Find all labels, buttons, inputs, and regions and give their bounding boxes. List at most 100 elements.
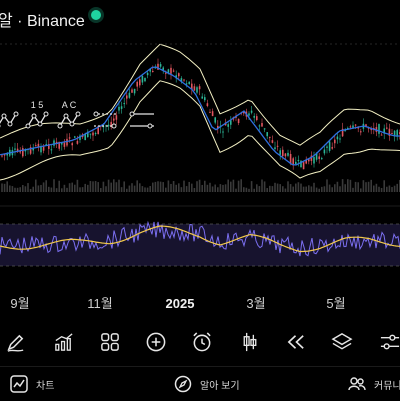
volume-bar [336,181,339,192]
x-axis-label: 5월 [326,296,345,311]
volume-bar [24,186,27,192]
candle-body [76,140,79,144]
candle-body [380,134,383,136]
volume-bar [1,183,3,192]
volume-bar [11,186,14,192]
tool-label: A C [62,100,77,110]
volume-bar [227,179,229,192]
tool-node [43,111,49,117]
candle-body [227,124,229,127]
tool-node [1,113,7,119]
volume-bar [58,180,60,192]
volume-bar [365,182,367,192]
candle-body [378,124,380,134]
volume-bar [344,184,346,192]
volume-bar [6,181,8,192]
volume-bar [165,187,167,192]
volume-bar [308,185,310,192]
volume-bar [149,186,151,192]
tool-node [75,111,81,117]
tool-node [25,123,31,129]
volume-bar [271,186,274,192]
pen-button[interactable] [0,320,34,364]
rewind-icon [287,335,304,349]
candle-body [120,106,123,109]
rewind-button[interactable] [278,320,314,364]
grid-button[interactable] [92,320,128,364]
candle-body [71,143,73,146]
nav-explore[interactable]: 알아 보기 [174,367,240,401]
volume-bar [300,183,302,192]
volume-bar [297,182,300,192]
volume-bar [84,183,86,192]
candle-body [3,154,6,156]
candle-body [126,95,128,99]
candles-button[interactable] [232,320,268,364]
volume-bar [81,187,84,192]
price-chart[interactable]: 9월 11월 2025 3월 5월 1 5 A C [0,36,400,316]
volume-bar [328,184,331,192]
volume-bar [219,184,222,192]
candle-body [263,128,266,130]
tool-node [63,113,69,119]
volume-bar [144,187,146,192]
volume-bar [217,187,219,192]
tool-node [57,123,63,129]
volume-bar [50,187,53,192]
candle-body [360,131,362,133]
nav-community-label: 커뮤니티 [374,380,400,392]
volume-bar [323,186,326,192]
candle-body [258,125,261,127]
volume-bar [334,184,336,192]
volume-bar [105,186,107,192]
volume-bar [232,179,235,192]
symbol-title[interactable]: 알 · Binance [0,7,85,31]
settings-sliders-button[interactable] [372,320,400,364]
volume-bar [282,186,284,192]
candle-body [386,127,388,129]
volume-bar [204,180,206,192]
candle-body [334,139,336,144]
candle-body [172,70,175,72]
volume-bar [162,182,164,192]
volume-bar [40,184,42,192]
layers-button[interactable] [324,320,360,364]
volume-bar [209,182,211,192]
volume-bar [326,179,328,192]
candle-body [295,161,297,165]
volume-bar [292,186,294,192]
candle-body [14,148,16,150]
candle-body [354,124,357,126]
volume-bar [172,181,175,192]
volume-bar [360,188,362,192]
volume-bar [375,183,378,192]
layers-icon [331,333,353,350]
candle-body [326,146,328,148]
indicators-button[interactable] [46,320,82,364]
volume-bar [253,188,255,192]
tool-node [37,121,43,127]
volume-bar [100,188,102,192]
volume-bar [245,187,248,192]
candle-body [328,141,331,151]
nav-community[interactable]: 커뮤니티 [348,367,400,401]
volume-bar [76,179,79,192]
candle-body [206,103,209,107]
alarm-button[interactable] [184,320,220,364]
volume-bar [167,180,170,192]
volume-bar [157,181,159,192]
add-button[interactable] [138,320,174,364]
candle-body [261,123,263,127]
nav-chart[interactable]: 차트 [10,367,54,401]
volume-bar [183,180,185,192]
volume-bar [102,181,105,192]
market-status-indicator [91,10,101,20]
volume-bar [61,188,63,192]
candle-body [188,81,190,85]
candle-body [318,156,320,159]
tool-node [69,121,75,127]
candle-body [35,145,37,147]
volume-bar [48,186,50,192]
candle-body [68,137,71,139]
volume-bar [248,188,250,192]
